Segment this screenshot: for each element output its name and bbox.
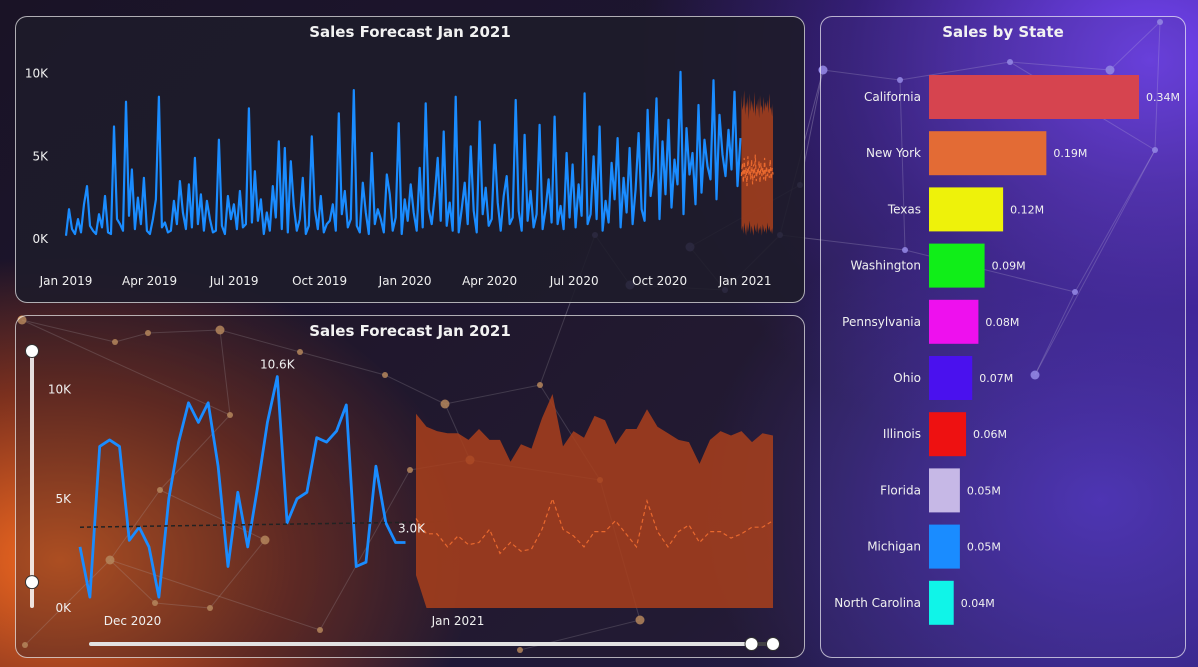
state-value-label: 0.05M (967, 484, 1001, 497)
state-value-label: 0.06M (973, 428, 1007, 441)
state-category-label: Illinois (883, 427, 921, 441)
detail-forecast-chart[interactable]: 0K 5K 10K Dec 2020 Jan 2021 10.6K 3.0K (16, 316, 806, 659)
horizontal-range-handle-start[interactable] (744, 637, 759, 651)
actual-sales-line (64, 70, 742, 236)
x-tick-label: Apr 2019 (122, 274, 177, 288)
state-category-label: Florida (880, 483, 921, 497)
peak-data-label: 10.6K (260, 358, 296, 372)
state-bar[interactable] (929, 131, 1047, 176)
state-bar[interactable] (929, 356, 973, 400)
state-bar[interactable] (929, 299, 979, 344)
state-bar[interactable] (929, 468, 960, 513)
state-category-label: Texas (887, 202, 921, 216)
state-value-label: 0.08M (985, 316, 1019, 329)
x-tick-label: Oct 2020 (632, 274, 687, 288)
y-tick-label: 0K (32, 232, 49, 246)
sales-by-state-chart[interactable]: California 0.34M New York 0.19M Texas 0.12M Wa… (821, 17, 1187, 659)
state-bar[interactable] (929, 412, 967, 457)
forecast-confidence-band (416, 394, 773, 608)
vertical-range-handle-top[interactable] (25, 344, 39, 358)
forecast-confidence-band (741, 90, 773, 236)
state-value-label: 0.34M (1146, 91, 1180, 104)
state-category-label: Michigan (867, 540, 921, 554)
state-bar[interactable] (929, 187, 1004, 232)
y-tick-label: 5K (55, 492, 72, 506)
state-value-label: 0.12M (1010, 203, 1044, 216)
x-tick-label: Oct 2019 (292, 274, 347, 288)
x-tick-label: Jan 2021 (431, 614, 485, 628)
sales-forecast-overview-panel: Sales Forecast Jan 2021 0K 5K 10K Jan 2019 A… (15, 16, 805, 303)
sales-by-state-panel: Sales by State California 0.34M New York 0.… (820, 16, 1186, 658)
last-value-data-label: 3.0K (398, 522, 426, 536)
state-category-label: Pennsylvania (842, 315, 921, 329)
y-tick-label: 0K (55, 601, 72, 615)
x-tick-label: Jan 2021 (718, 274, 772, 288)
state-bar[interactable] (929, 524, 960, 569)
x-tick-label: Jul 2019 (209, 274, 259, 288)
y-tick-label: 10K (25, 67, 49, 81)
vertical-range-handle-bottom[interactable] (25, 575, 39, 590)
state-value-label: 0.07M (979, 372, 1013, 385)
y-tick-label: 5K (32, 149, 49, 163)
state-category-label: New York (866, 146, 921, 160)
state-value-label: 0.09M (992, 260, 1026, 273)
state-value-label: 0.19M (1053, 147, 1087, 160)
sales-forecast-detail-panel: Sales Forecast Jan 2021 0K 5K 10K Dec 2020 J… (15, 315, 805, 658)
state-value-label: 0.04M (961, 597, 995, 610)
horizontal-range-handle-end[interactable] (766, 637, 780, 651)
x-tick-label: Apr 2020 (462, 274, 517, 288)
state-category-label: Ohio (893, 371, 921, 385)
x-tick-label: Dec 2020 (104, 614, 162, 628)
x-tick-label: Jan 2020 (378, 274, 432, 288)
state-category-label: North Carolina (834, 596, 921, 610)
x-tick-label: Jul 2020 (549, 274, 599, 288)
state-value-label: 0.05M (967, 541, 1001, 554)
state-bar[interactable] (929, 243, 985, 288)
x-tick-label: Jan 2019 (39, 274, 93, 288)
overview-forecast-chart[interactable]: 0K 5K 10K Jan 2019 Apr 2019 Jul 2019 Oct 2019 J… (16, 17, 806, 304)
y-tick-label: 10K (48, 383, 72, 397)
actual-sales-line (78, 375, 406, 599)
state-category-label: Washington (850, 259, 921, 273)
trend-line (79, 521, 448, 528)
state-bar[interactable] (929, 75, 1139, 119)
state-category-label: California (864, 90, 921, 104)
state-bar[interactable] (929, 580, 954, 625)
